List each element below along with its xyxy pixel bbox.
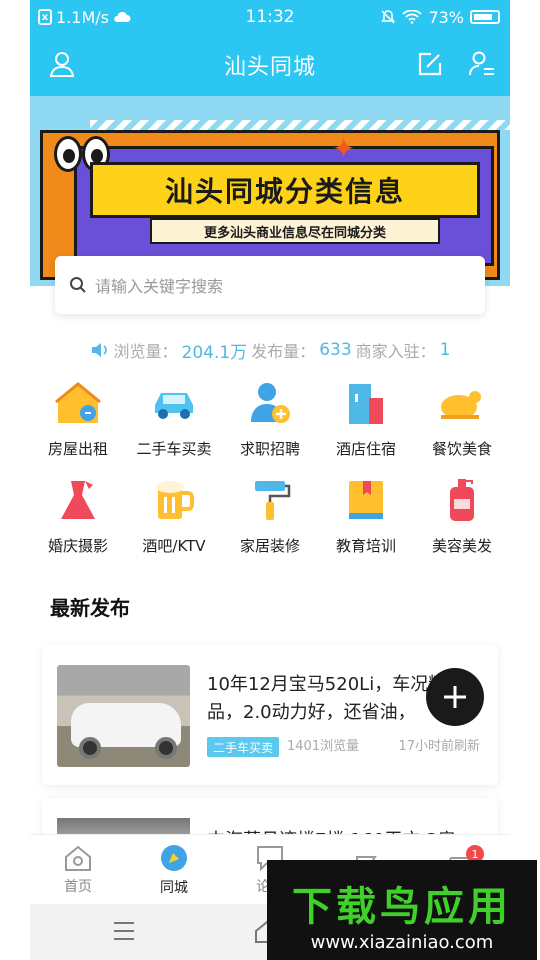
food-icon bbox=[437, 378, 487, 428]
category-food[interactable]: 餐饮美食 bbox=[414, 378, 510, 459]
category-education[interactable]: 教育培训 bbox=[318, 475, 414, 556]
car-wheel bbox=[79, 737, 101, 759]
plus-icon bbox=[444, 686, 466, 708]
sparkle-icon: ✦ bbox=[332, 132, 356, 165]
city-icon bbox=[161, 844, 187, 871]
post-button[interactable] bbox=[414, 48, 446, 80]
mute-icon bbox=[381, 10, 396, 24]
category-beauty[interactable]: 美容美发 bbox=[414, 475, 510, 556]
paint-roller-icon bbox=[245, 475, 295, 525]
user-list-icon bbox=[469, 51, 494, 76]
tab-label: 首页 bbox=[64, 878, 92, 895]
merchants-value: 1 bbox=[439, 340, 451, 360]
post-category-tag: 二手车买卖 bbox=[207, 737, 280, 757]
post-thumbnail bbox=[57, 665, 190, 767]
phone-screen: x 1.1M/s 11:32 73% 汕头同城 ✦ 汕头同城分类信息 更多汕头商… bbox=[0, 0, 540, 960]
merchants-label: 商家入驻： bbox=[355, 342, 436, 361]
speaker-icon bbox=[91, 343, 107, 357]
category-label: 美容美发 bbox=[431, 537, 492, 555]
tab-label: 同城 bbox=[160, 879, 188, 896]
status-bar: x 1.1M/s 11:32 73% bbox=[30, 0, 510, 34]
car-icon bbox=[149, 378, 199, 428]
dress-icon bbox=[53, 475, 103, 525]
search-input[interactable]: 请输入关键字搜索 bbox=[55, 256, 485, 314]
search-icon bbox=[70, 277, 86, 293]
profile-button[interactable] bbox=[46, 48, 78, 80]
category-house-rent[interactable]: 房屋出租 bbox=[30, 378, 126, 459]
eye-left-icon bbox=[54, 136, 82, 172]
watermark-title: 下载鸟应用 bbox=[292, 884, 512, 930]
search-placeholder: 请输入关键字搜索 bbox=[95, 277, 224, 296]
views-label: 浏览量： bbox=[113, 342, 178, 361]
job-icon bbox=[245, 378, 295, 428]
cosmetics-icon bbox=[437, 475, 487, 525]
menu-button[interactable] bbox=[112, 920, 136, 946]
category-used-car[interactable]: 二手车买卖 bbox=[126, 378, 222, 459]
page-title: 汕头同城 bbox=[223, 55, 316, 80]
posts-value: 633 bbox=[319, 340, 352, 360]
category-label: 求职招聘 bbox=[239, 440, 300, 458]
post-views: 1401浏览量 bbox=[287, 739, 360, 754]
post-card[interactable]: 10年12月宝马520Li，车况精品，2.0动力好，还省油， 二手车买卖 140… bbox=[42, 645, 498, 785]
post-title: 10年12月宝马520Li，车况精品，2.0动力好，还省油， bbox=[207, 674, 447, 723]
category-grid: 房屋出租 二手车买卖 求职招聘 酒店住宿 餐饮美食 婚庆摄影 酒吧/KTV 家居… bbox=[30, 378, 510, 556]
banner-stripe bbox=[90, 120, 510, 130]
house-icon bbox=[53, 378, 103, 428]
category-hotel[interactable]: 酒店住宿 bbox=[318, 378, 414, 459]
category-label: 婚庆摄影 bbox=[47, 537, 108, 555]
category-label: 家居装修 bbox=[239, 537, 300, 555]
site-stats: 浏览量： 204.1万 发布量： 633 商家入驻： 1 bbox=[30, 338, 510, 363]
banner-title: 汕头同城分类信息 bbox=[90, 162, 480, 218]
watermark-logo: 下载鸟应用 www.xiazainiao.com bbox=[267, 860, 537, 960]
views-value: 204.1万 bbox=[181, 342, 248, 363]
edit-icon bbox=[418, 52, 442, 76]
category-label: 餐饮美食 bbox=[431, 440, 492, 458]
category-label: 酒店住宿 bbox=[335, 440, 396, 458]
beer-icon bbox=[149, 475, 199, 525]
member-button[interactable] bbox=[466, 48, 498, 80]
app-header: 汕头同城 bbox=[30, 34, 510, 96]
tab-home[interactable]: 首页 bbox=[30, 835, 126, 904]
home-icon bbox=[65, 845, 91, 871]
hotel-icon bbox=[341, 378, 391, 428]
car-wheel bbox=[155, 737, 177, 759]
latest-section-title: 最新发布 bbox=[50, 596, 130, 620]
category-label: 二手车买卖 bbox=[136, 440, 212, 458]
add-post-button[interactable] bbox=[426, 668, 484, 726]
banner-subtitle: 更多汕头商业信息尽在同城分类 bbox=[150, 218, 440, 244]
category-bar-ktv[interactable]: 酒吧/KTV bbox=[126, 475, 222, 556]
wifi-icon bbox=[402, 10, 423, 24]
category-jobs[interactable]: 求职招聘 bbox=[222, 378, 318, 459]
battery-icon bbox=[470, 10, 500, 24]
user-icon bbox=[49, 52, 75, 77]
book-icon bbox=[341, 475, 391, 525]
tab-city[interactable]: 同城 bbox=[126, 835, 222, 904]
status-right: 73% bbox=[380, 8, 500, 27]
posts-label: 发布量： bbox=[251, 342, 316, 361]
category-label: 房屋出租 bbox=[47, 440, 108, 458]
category-label: 教育培训 bbox=[335, 537, 396, 555]
category-decoration[interactable]: 家居装修 bbox=[222, 475, 318, 556]
battery-percent: 73% bbox=[428, 7, 464, 27]
menu-icon bbox=[114, 922, 134, 940]
post-refresh-time: 17小时前刷新 bbox=[398, 739, 480, 754]
watermark-url: www.xiazainiao.com bbox=[310, 932, 494, 953]
category-wedding[interactable]: 婚庆摄影 bbox=[30, 475, 126, 556]
category-label: 酒吧/KTV bbox=[142, 537, 206, 555]
